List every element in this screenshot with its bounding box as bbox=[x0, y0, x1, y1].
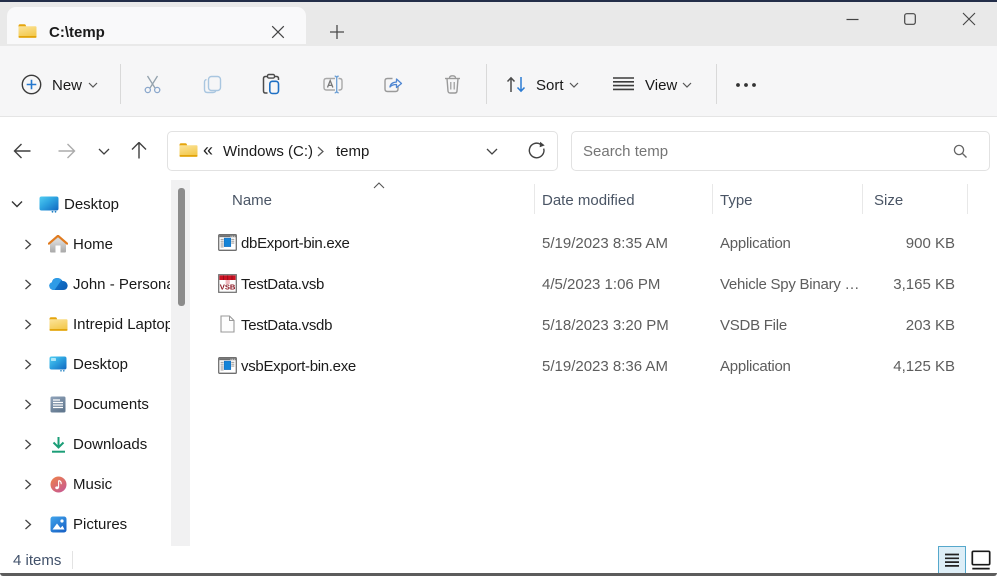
svg-text:VSB: VSB bbox=[220, 283, 236, 292]
